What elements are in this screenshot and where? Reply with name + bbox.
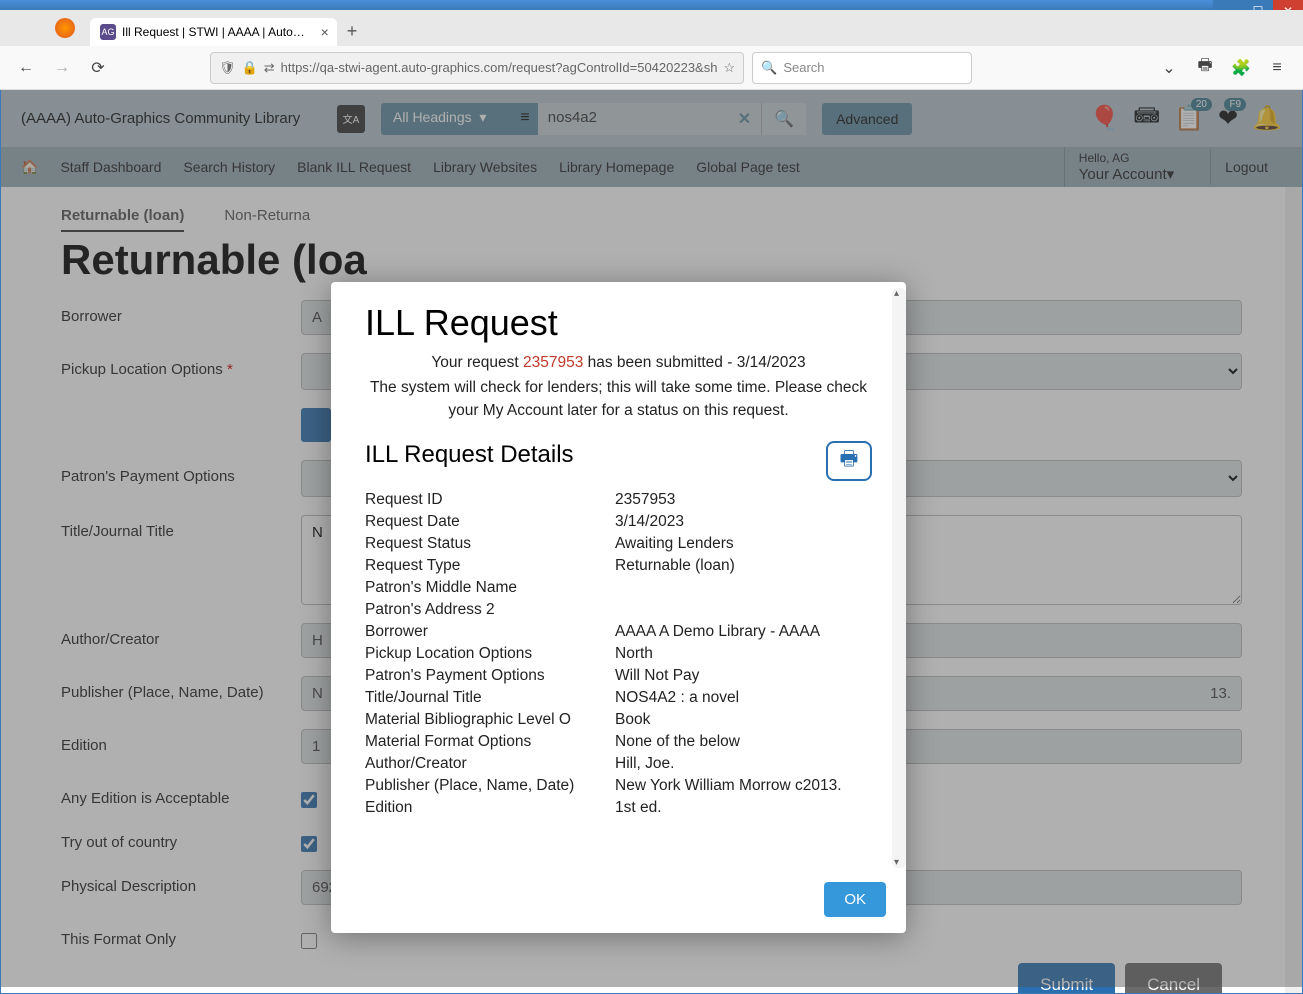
search-placeholder: Search xyxy=(783,60,824,75)
detail-row: Publisher (Place, Name, Date)New York Wi… xyxy=(365,775,872,797)
firefox-icon xyxy=(55,18,75,38)
tab-favicon-icon: AG xyxy=(100,24,116,40)
app-viewport: (AAAA) Auto-Graphics Community Library 文… xyxy=(0,90,1303,994)
detail-value xyxy=(615,579,872,597)
detail-row: Request TypeReturnable (loan) xyxy=(365,555,872,577)
detail-value: 2357953 xyxy=(615,491,872,509)
modal-info-text: The system will check for lenders; this … xyxy=(365,376,872,423)
detail-value: New York William Morrow c2013. xyxy=(615,777,872,795)
modal-submitted-line: Your request 2357953 has been submitted … xyxy=(365,354,872,372)
detail-value: 1st ed. xyxy=(615,799,872,817)
detail-row: Pickup Location OptionsNorth xyxy=(365,643,872,665)
ok-button[interactable]: OK xyxy=(824,882,886,917)
browser-toolbar: ← → ⟳ 🛡 🔒 ⇄ https://qa-stwi-agent.auto-g… xyxy=(0,46,1303,90)
detail-label: Author/Creator xyxy=(365,755,615,773)
print-button[interactable]: 🖶 xyxy=(826,441,872,481)
detail-label: Publisher (Place, Name, Date) xyxy=(365,777,615,795)
tab-title: Ill Request | STWI | AAAA | Auto… xyxy=(122,25,305,39)
browser-tab-active[interactable]: AG Ill Request | STWI | AAAA | Auto… × xyxy=(90,18,337,46)
detail-row: BorrowerAAAA A Demo Library - AAAA xyxy=(365,621,872,643)
detail-value: Returnable (loan) xyxy=(615,557,872,575)
url-text: https://qa-stwi-agent.auto-graphics.com/… xyxy=(281,60,718,75)
detail-label: Request Type xyxy=(365,557,615,575)
new-tab-button[interactable]: + xyxy=(347,21,358,46)
detail-row: Title/Journal TitleNOS4A2 : a novel xyxy=(365,687,872,709)
detail-label: Request Date xyxy=(365,513,615,531)
detail-label: Request Status xyxy=(365,535,615,553)
detail-value xyxy=(615,601,872,619)
detail-row: Material Format OptionsNone of the below xyxy=(365,731,872,753)
ill-request-modal: ILL Request Your request 2357953 has bee… xyxy=(331,282,906,933)
detail-row: Patron's Address 2 xyxy=(365,599,872,621)
detail-value: NOS4A2 : a novel xyxy=(615,689,872,707)
detail-row: Edition1st ed. xyxy=(365,797,872,819)
detail-value: None of the below xyxy=(615,733,872,751)
detail-label: Pickup Location Options xyxy=(365,645,615,663)
detail-row: Author/CreatorHill, Joe. xyxy=(365,753,872,775)
search-icon: 🔍 xyxy=(761,60,777,76)
reload-button[interactable]: ⟳ xyxy=(84,54,112,82)
detail-value: AAAA A Demo Library - AAAA xyxy=(615,623,872,641)
detail-label: Patron's Middle Name xyxy=(365,579,615,597)
detail-value: Hill, Joe. xyxy=(615,755,872,773)
window-titlebar: — ☐ ✕ xyxy=(0,0,1303,10)
browser-search-bar[interactable]: 🔍 Search xyxy=(752,52,972,84)
details-heading: ILL Request Details xyxy=(365,441,574,469)
detail-label: Material Bibliographic Level O xyxy=(365,711,615,729)
detail-label: Patron's Address 2 xyxy=(365,601,615,619)
detail-value: Awaiting Lenders xyxy=(615,535,872,553)
detail-list: Request ID2357953Request Date3/14/2023Re… xyxy=(365,489,872,819)
browser-tab-bar: AG Ill Request | STWI | AAAA | Auto… × + xyxy=(0,10,1303,46)
tab-close-icon[interactable]: × xyxy=(321,24,329,40)
extensions-icon[interactable]: 🧩 xyxy=(1227,54,1255,82)
detail-value: Book xyxy=(615,711,872,729)
lock-icon: 🔒 xyxy=(242,60,258,76)
detail-value: North xyxy=(615,645,872,663)
detail-row: Request StatusAwaiting Lenders xyxy=(365,533,872,555)
back-button[interactable]: ← xyxy=(12,54,40,82)
pocket-icon[interactable]: ⌄ xyxy=(1155,54,1183,82)
detail-row: Material Bibliographic Level OBook xyxy=(365,709,872,731)
detail-row: Patron's Payment OptionsWill Not Pay xyxy=(365,665,872,687)
menu-icon[interactable]: ≡ xyxy=(1263,54,1291,82)
detail-row: Request Date3/14/2023 xyxy=(365,511,872,533)
printer-icon: 🖶 xyxy=(840,444,859,478)
detail-label: Material Format Options xyxy=(365,733,615,751)
modal-title: ILL Request xyxy=(365,302,872,344)
detail-value: 3/14/2023 xyxy=(615,513,872,531)
bookmark-star-icon[interactable]: ☆ xyxy=(723,60,735,76)
detail-label: Edition xyxy=(365,799,615,817)
print-icon[interactable]: 🖶 xyxy=(1191,54,1219,82)
detail-label: Title/Journal Title xyxy=(365,689,615,707)
detail-row: Request ID2357953 xyxy=(365,489,872,511)
modal-scrollbar[interactable] xyxy=(892,288,906,868)
permissions-icon: ⇄ xyxy=(264,60,275,76)
forward-button[interactable]: → xyxy=(48,54,76,82)
request-id-highlight: 2357953 xyxy=(523,354,583,371)
url-bar[interactable]: 🛡 🔒 ⇄ https://qa-stwi-agent.auto-graphic… xyxy=(210,52,744,84)
detail-label: Borrower xyxy=(365,623,615,641)
detail-row: Patron's Middle Name xyxy=(365,577,872,599)
detail-value: Will Not Pay xyxy=(615,667,872,685)
detail-label: Patron's Payment Options xyxy=(365,667,615,685)
shield-icon: 🛡 xyxy=(219,60,236,76)
detail-label: Request ID xyxy=(365,491,615,509)
